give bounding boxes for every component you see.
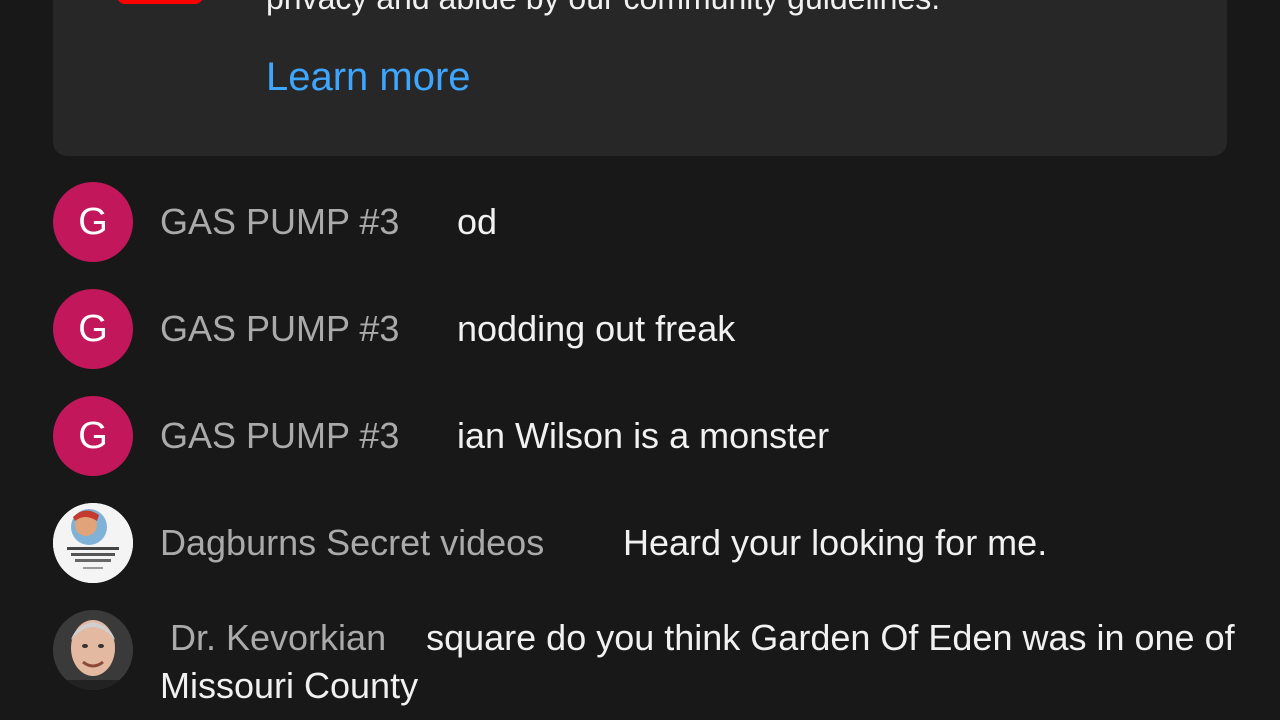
community-guidelines-notice: privacy and abide by our community guide… — [53, 0, 1227, 156]
chat-header-area: privacy and abide by our community guide… — [0, 0, 1280, 168]
chat-message: G GAS PUMP #3 od — [0, 182, 1280, 262]
author-name[interactable]: Dagburns Secret videos — [160, 521, 544, 565]
author-name[interactable]: GAS PUMP #3 — [160, 307, 399, 351]
avatar[interactable]: G — [53, 396, 133, 476]
author-name[interactable]: GAS PUMP #3 — [160, 414, 399, 458]
chat-message: Dagburns Secret videos Heard your lookin… — [0, 503, 1280, 583]
live-chat-messages[interactable]: G GAS PUMP #3 od G GAS PUMP #3 nodding o… — [0, 168, 1280, 720]
message-text: nodding out freak — [457, 308, 736, 349]
message-body: Dr. Kevorkian square do you think Garden … — [160, 614, 1240, 710]
portrait-avatar-icon[interactable] — [53, 610, 133, 690]
avatar[interactable]: G — [53, 182, 133, 262]
youtube-logo-icon — [117, 0, 203, 4]
chat-message: G GAS PUMP #3 nodding out freak — [0, 289, 1280, 369]
channel-thumbnail-avatar-icon[interactable] — [53, 503, 133, 583]
message-text: od — [457, 201, 498, 242]
author-name[interactable]: GAS PUMP #3 — [160, 200, 399, 244]
chat-message: G GAS PUMP #3 ian Wilson is a monster — [0, 396, 1280, 476]
message-text: ian Wilson is a monster — [457, 415, 830, 456]
notice-text: privacy and abide by our community guide… — [266, 0, 940, 18]
author-name[interactable]: Dr. Kevorkian — [170, 617, 386, 658]
message-text: Heard your looking for me. — [623, 522, 1048, 563]
avatar[interactable]: G — [53, 289, 133, 369]
chat-message: Dr. Kevorkian square do you think Garden … — [0, 610, 1280, 710]
learn-more-link[interactable]: Learn more — [266, 52, 471, 102]
